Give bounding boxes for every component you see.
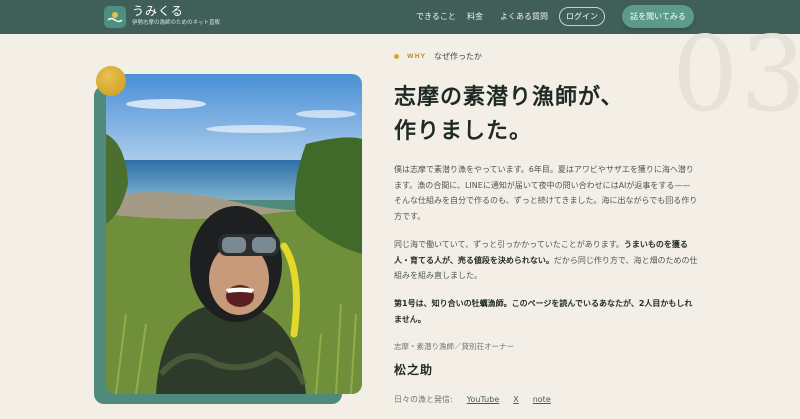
wave-sun-icon[interactable] xyxy=(104,6,126,28)
fisherman-photo xyxy=(106,74,362,394)
brand-tagline: 伊勢志摩の漁師のためのネット直販 xyxy=(132,20,221,26)
p2-text-before: 同じ海で働いていて、ずっと引っかかっていたことがあります。 xyxy=(394,240,624,249)
nav-pricing[interactable]: 料金 xyxy=(467,11,483,23)
nav-faq[interactable]: よくある質問 xyxy=(500,11,548,23)
headline-line-1: 志摩の素潜り漁師が、 xyxy=(394,84,624,110)
eyebrow-dot xyxy=(394,54,399,59)
brand-name: うみくる xyxy=(132,4,184,18)
social-links: 日々の漁と発信: YouTube X note xyxy=(394,394,565,405)
section-headline: 志摩の素潜り漁師が、 作りました。 xyxy=(394,80,624,148)
author-role: 志摩・素潜り漁師／貸別荘オーナー xyxy=(394,342,514,351)
login-button[interactable]: ログイン xyxy=(559,7,605,26)
gold-circle-decoration xyxy=(96,66,126,96)
first-customer-paragraph: 第1号は、知り合いの牡蠣漁師。このページを読んでいるあなたが、2人目かもしれませ… xyxy=(394,299,693,324)
headline-line-2: 作りました。 xyxy=(394,118,533,144)
eyebrow-en: WHY xyxy=(407,53,426,60)
section-eyebrow: WHY なぜ作ったか xyxy=(394,51,482,62)
nav-features[interactable]: できること xyxy=(416,11,456,23)
eyebrow-jp: なぜ作ったか xyxy=(433,52,482,61)
author-signature: 松之助 xyxy=(394,363,434,377)
note-link[interactable]: note xyxy=(533,395,551,404)
x-link[interactable]: X xyxy=(513,395,518,404)
brand[interactable]: うみくる 伊勢志摩の漁師のためのネット直販 xyxy=(132,5,220,27)
section-number: 03 xyxy=(672,13,800,135)
intro-paragraph: 僕は志摩で素潜り漁をやっています。6年目。夏はアワビやサザエを獲りに海へ潜ります… xyxy=(394,165,698,221)
youtube-link[interactable]: YouTube xyxy=(467,395,500,404)
motivation-paragraph: 同じ海で働いていて、ずっと引っかかっていたことがあります。うまいものを獲る人・育… xyxy=(394,237,698,284)
social-links-label: 日々の漁と発信: xyxy=(394,395,453,404)
